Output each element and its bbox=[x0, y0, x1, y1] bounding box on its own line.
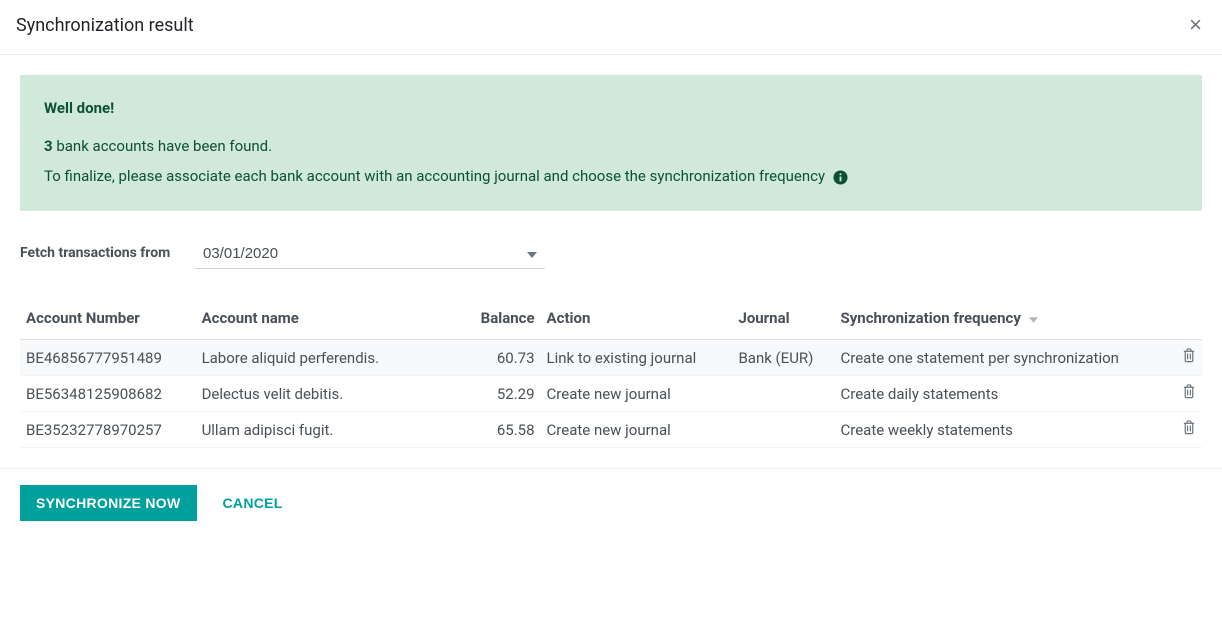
cancel-button[interactable]: Cancel bbox=[223, 495, 283, 511]
col-header-account-name[interactable]: Account name bbox=[196, 299, 433, 340]
cell-journal[interactable]: Bank (EUR) bbox=[732, 340, 834, 376]
col-header-balance[interactable]: Balance bbox=[432, 299, 540, 340]
col-header-journal[interactable]: Journal bbox=[732, 299, 834, 340]
cell-account-name[interactable]: Delectus velit debitis. bbox=[196, 376, 433, 412]
cell-delete bbox=[1161, 412, 1202, 448]
modal-header: Synchronization result × bbox=[0, 0, 1222, 55]
cell-action[interactable]: Link to existing journal bbox=[541, 340, 733, 376]
cell-account-number[interactable]: BE56348125908682 bbox=[20, 376, 196, 412]
cell-delete bbox=[1161, 376, 1202, 412]
delete-row-button[interactable] bbox=[1182, 384, 1196, 402]
cell-account-name[interactable]: Ullam adipisci fugit. bbox=[196, 412, 433, 448]
col-header-action[interactable]: Action bbox=[541, 299, 733, 340]
modal-body: Well done! 3 bank accounts have been fou… bbox=[0, 55, 1222, 468]
col-header-sync-freq[interactable]: Synchronization frequency bbox=[835, 299, 1162, 340]
cell-journal[interactable] bbox=[732, 412, 834, 448]
caret-down-icon[interactable] bbox=[527, 246, 537, 262]
alert-finalize-text: To finalize, please associate each bank … bbox=[44, 167, 1178, 185]
table-row[interactable]: BE35232778970257Ullam adipisci fugit.65.… bbox=[20, 412, 1202, 448]
alert-title: Well done! bbox=[44, 99, 1178, 117]
cell-sync-freq[interactable]: Create daily statements bbox=[835, 376, 1162, 412]
info-icon[interactable] bbox=[833, 170, 848, 185]
cell-action[interactable]: Create new journal bbox=[541, 376, 733, 412]
delete-row-button[interactable] bbox=[1182, 420, 1196, 438]
table-header-row: Account Number Account name Balance Acti… bbox=[20, 299, 1202, 340]
col-header-account-number[interactable]: Account Number bbox=[20, 299, 196, 340]
cell-action[interactable]: Create new journal bbox=[541, 412, 733, 448]
cell-delete bbox=[1161, 340, 1202, 376]
delete-row-button[interactable] bbox=[1182, 348, 1196, 366]
accounts-table: Account Number Account name Balance Acti… bbox=[20, 299, 1202, 448]
fetch-transactions-row: Fetch transactions from bbox=[20, 241, 1202, 269]
col-header-delete bbox=[1161, 299, 1202, 340]
cell-account-number[interactable]: BE35232778970257 bbox=[20, 412, 196, 448]
fetch-date-input[interactable] bbox=[203, 245, 527, 262]
cell-journal[interactable] bbox=[732, 376, 834, 412]
fetch-label: Fetch transactions from bbox=[20, 241, 195, 264]
close-button[interactable]: × bbox=[1185, 14, 1206, 36]
table-row[interactable]: BE56348125908682Delectus velit debitis.5… bbox=[20, 376, 1202, 412]
cell-account-number[interactable]: BE46856777951489 bbox=[20, 340, 196, 376]
close-icon: × bbox=[1189, 12, 1202, 37]
cell-balance[interactable]: 65.58 bbox=[432, 412, 540, 448]
trash-icon bbox=[1182, 387, 1196, 402]
sync-result-modal: Synchronization result × Well done! 3 ba… bbox=[0, 0, 1222, 537]
modal-footer: Synchronize now Cancel bbox=[0, 468, 1222, 537]
sort-desc-icon bbox=[1029, 309, 1038, 327]
trash-icon bbox=[1182, 423, 1196, 438]
synchronize-now-button[interactable]: Synchronize now bbox=[20, 485, 197, 521]
modal-title: Synchronization result bbox=[16, 15, 194, 36]
trash-icon bbox=[1182, 351, 1196, 366]
cell-account-name[interactable]: Labore aliquid perferendis. bbox=[196, 340, 433, 376]
alert-accounts-found: 3 bank accounts have been found. bbox=[44, 137, 1178, 155]
cell-balance[interactable]: 52.29 bbox=[432, 376, 540, 412]
cell-sync-freq[interactable]: Create one statement per synchronization bbox=[835, 340, 1162, 376]
table-row[interactable]: BE46856777951489Labore aliquid perferend… bbox=[20, 340, 1202, 376]
cell-sync-freq[interactable]: Create weekly statements bbox=[835, 412, 1162, 448]
fetch-date-field[interactable] bbox=[195, 241, 545, 269]
cell-balance[interactable]: 60.73 bbox=[432, 340, 540, 376]
success-alert: Well done! 3 bank accounts have been fou… bbox=[20, 75, 1202, 211]
